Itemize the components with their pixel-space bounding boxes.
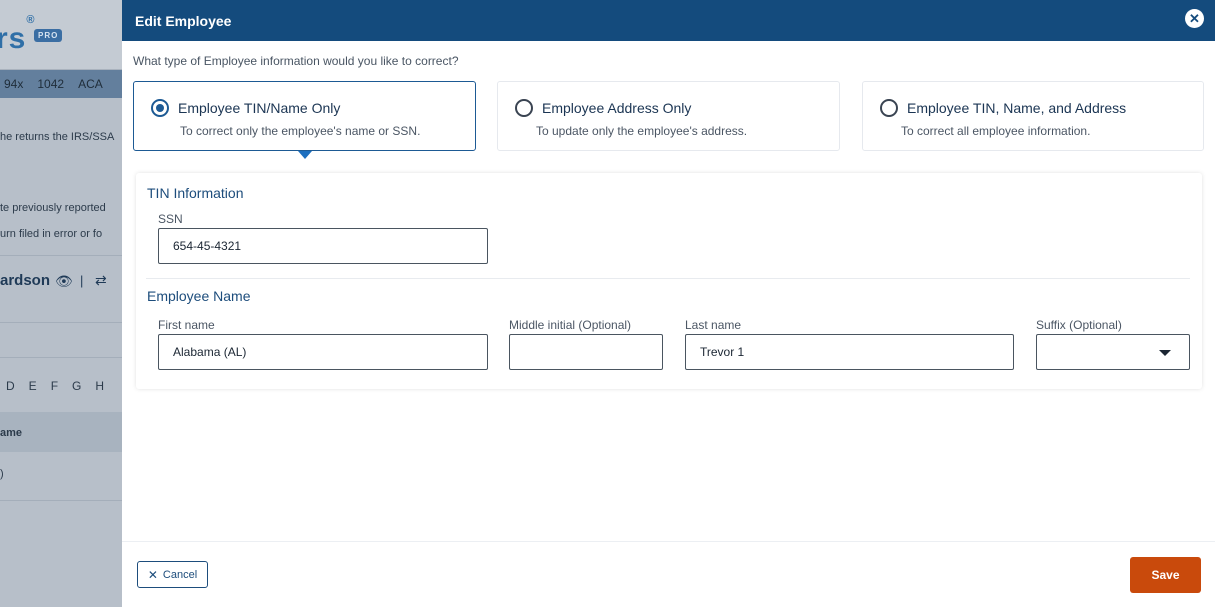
- close-icon: ✕: [147, 567, 158, 582]
- edit-employee-modal: Edit Employee ✕ What type of Employee in…: [122, 0, 1215, 607]
- cancel-button[interactable]: ✕ Cancel: [137, 561, 208, 588]
- first-name-label: First name: [158, 318, 215, 332]
- bg-letter: G: [72, 379, 82, 393]
- bg-table-cell: ): [0, 468, 4, 480]
- bg-text-line: he returns the IRS/SSA: [0, 131, 115, 143]
- background-app: rs® PRO 94x 1042 ACA he returns the IRS/…: [0, 0, 122, 607]
- radio-icon[interactable]: [880, 99, 898, 117]
- bg-letter-filter: D E F G H: [6, 379, 104, 393]
- bg-letter: E: [28, 379, 37, 393]
- eye-icon: 👁: [55, 273, 73, 289]
- save-button[interactable]: Save: [1130, 557, 1201, 593]
- selected-pointer-icon: [298, 151, 312, 159]
- bg-text-line: urn filed in error or fo: [0, 228, 103, 240]
- modal-header: Edit Employee ✕: [122, 0, 1215, 41]
- bg-nav-items: 94x 1042 ACA: [4, 77, 103, 91]
- chevron-down-icon: [1159, 350, 1171, 356]
- option-description: To correct only the employee's name or S…: [180, 124, 421, 138]
- footer-divider: [122, 541, 1215, 542]
- bg-letter: D: [6, 379, 15, 393]
- option-title: Employee TIN/Name Only: [178, 100, 341, 116]
- last-name-input[interactable]: [685, 334, 1014, 370]
- option-description: To correct all employee information.: [901, 124, 1091, 138]
- bg-divider: [0, 500, 122, 501]
- employee-info-panel: TIN Information SSN Employee Name First …: [136, 173, 1202, 389]
- correction-question: What type of Employee information would …: [133, 54, 459, 68]
- suffix-select[interactable]: [1036, 334, 1190, 370]
- middle-initial-label: Middle initial (Optional): [509, 318, 632, 332]
- name-section-title: Employee Name: [147, 288, 251, 304]
- middle-initial-input[interactable]: [509, 334, 663, 370]
- bg-table-header: ame: [0, 412, 122, 452]
- bg-nav-item: 94x: [4, 77, 24, 91]
- option-address-only[interactable]: Employee Address Only To update only the…: [497, 81, 840, 151]
- cancel-label: Cancel: [162, 568, 198, 581]
- option-tin-name-address[interactable]: Employee TIN, Name, and Address To corre…: [862, 81, 1204, 151]
- first-name-input[interactable]: [158, 334, 488, 370]
- ssn-input[interactable]: [158, 228, 488, 264]
- bg-letter: F: [50, 379, 59, 393]
- bg-header: rs® PRO: [0, 0, 122, 70]
- bg-employee-name: ardson: [0, 272, 51, 289]
- bg-divider: [0, 255, 122, 256]
- section-divider: [146, 278, 1190, 279]
- last-name-label: Last name: [685, 318, 742, 332]
- modal-title: Edit Employee: [135, 12, 232, 29]
- option-description: To update only the employee's address.: [536, 124, 748, 138]
- option-tin-name-only[interactable]: Employee TIN/Name Only To correct only t…: [133, 81, 476, 151]
- radio-icon[interactable]: [515, 99, 533, 117]
- bg-letter: H: [95, 379, 105, 393]
- bg-divider: [0, 357, 122, 358]
- bg-nav-item: 1042: [37, 77, 65, 91]
- bg-text-line: te previously reported: [0, 202, 106, 214]
- bg-divider: [0, 322, 122, 323]
- suffix-label: Suffix (Optional): [1036, 318, 1122, 332]
- option-title: Employee TIN, Name, and Address: [907, 100, 1127, 116]
- ssn-label: SSN: [158, 212, 183, 226]
- bg-separator: |: [80, 273, 84, 288]
- bg-pro-badge: PRO: [34, 29, 63, 42]
- close-icon[interactable]: ✕: [1185, 9, 1204, 28]
- bg-logo: rs®: [0, 14, 36, 55]
- bg-nav-item: ACA: [78, 77, 103, 91]
- tin-section-title: TIN Information: [147, 185, 244, 201]
- radio-selected-icon[interactable]: [151, 99, 169, 117]
- option-title: Employee Address Only: [542, 100, 692, 116]
- swap-icon: ⇄: [95, 272, 107, 288]
